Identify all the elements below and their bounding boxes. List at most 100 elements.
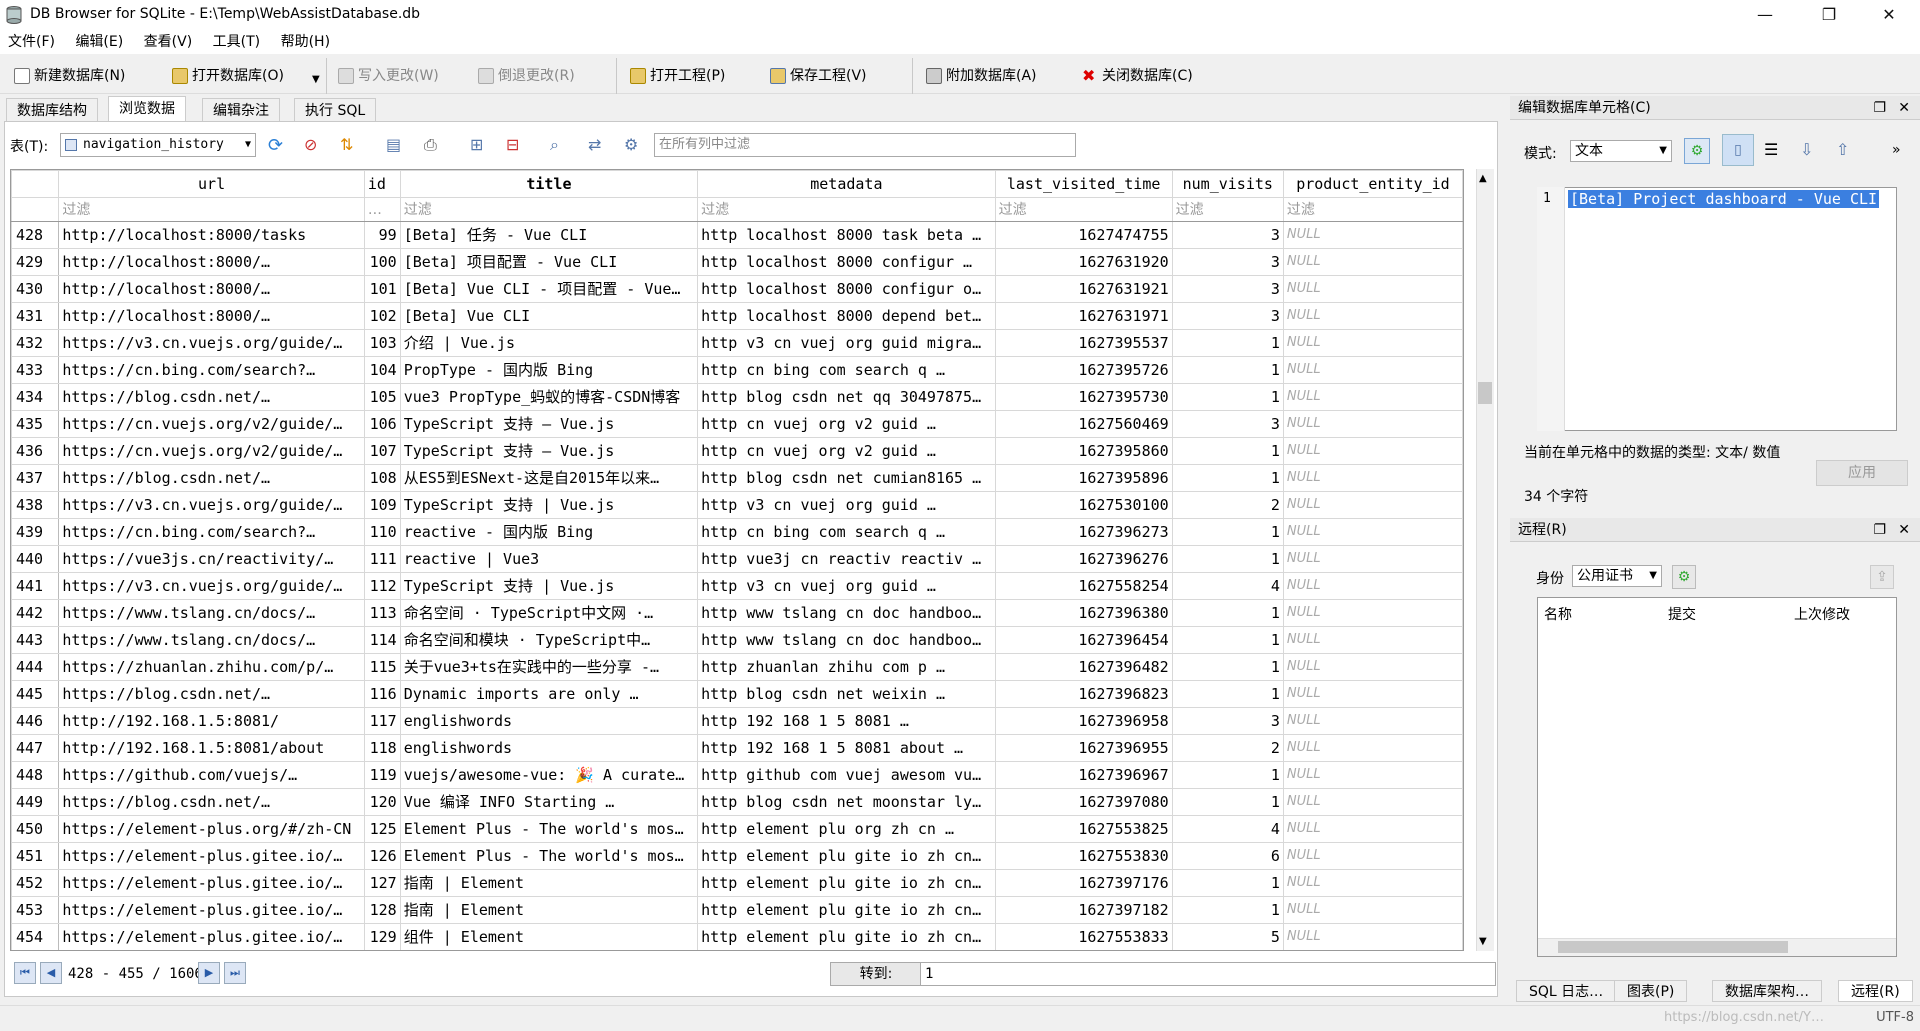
cell-url[interactable]: http://192.168.1.5:8081/about <box>58 734 365 762</box>
cell-title[interactable]: TypeScript 支持 | Vue.js <box>399 572 699 600</box>
cell-num-visits[interactable]: 3 <box>1171 221 1284 249</box>
grid-scroll-thumb[interactable] <box>1478 382 1492 404</box>
cell-url[interactable]: https://cn.vuejs.org/v2/guide/… <box>58 437 365 465</box>
cell-title[interactable]: [Beta] 任务 - Vue CLI <box>399 221 699 249</box>
cell-url[interactable]: https://blog.csdn.net/… <box>58 464 365 492</box>
cell-metadata[interactable]: http v3 cn vuej org guid … <box>697 572 996 600</box>
cell-last-visited-time[interactable]: 1627396380 <box>994 599 1173 627</box>
cell-metadata[interactable]: http blog csdn net moonstar ly… <box>697 788 996 816</box>
cell-title[interactable]: [Beta] 项目配置 - Vue CLI <box>399 248 699 276</box>
cell-metadata[interactable]: http blog csdn net qq 30497875… <box>697 383 996 411</box>
table-row[interactable]: 447 http://192.168.1.5:8081/about 118 engli… <box>11 734 1463 762</box>
cell-title[interactable]: Vue 编译 INFO Starting … <box>399 788 699 816</box>
cell-product-entity-id[interactable]: NULL <box>1282 896 1463 924</box>
cell-last-visited-time[interactable]: 1627396967 <box>994 761 1173 789</box>
close-button[interactable]: ✕ <box>1866 0 1912 30</box>
cell-num-visits[interactable]: 2 <box>1171 734 1284 762</box>
cell-title[interactable]: [Beta] Vue CLI - 项目配置 - Vue… <box>399 275 699 303</box>
cell-url[interactable]: https://zhuanlan.zhihu.com/p/… <box>58 653 365 681</box>
table-row[interactable]: 443 https://www.tslang.cn/docs/… 114 命名空间和模… <box>11 626 1463 654</box>
print-icon[interactable]: ⎙ <box>424 135 444 155</box>
cell-url[interactable]: https://v3.cn.vuejs.org/guide/… <box>58 572 365 600</box>
cell-id[interactable]: 111 <box>363 545 401 573</box>
cell-num-visits[interactable]: 1 <box>1171 653 1284 681</box>
open-db-dropdown-icon[interactable]: ▼ <box>312 74 320 85</box>
filter-input-num-visits[interactable]: 过滤 <box>1171 197 1284 222</box>
cell-title[interactable]: reactive - 国内版 Bing <box>399 518 699 546</box>
cell-num-visits[interactable]: 4 <box>1171 815 1284 843</box>
cell-product-entity-id[interactable]: NULL <box>1282 275 1463 303</box>
table-row[interactable]: 446 http://192.168.1.5:8081/117 englishwor… <box>11 707 1463 735</box>
cell-last-visited-time[interactable]: 1627396273 <box>994 518 1173 546</box>
tab-remote[interactable]: 远程(R) <box>1838 980 1913 1002</box>
goto-button[interactable]: 转到: <box>830 962 922 986</box>
table-row[interactable]: 428 http://localhost:8000/tasks 99 [Beta] 任… <box>11 221 1463 249</box>
previous-page-button[interactable]: ◀ <box>40 962 62 984</box>
identity-settings-icon[interactable]: ⚙ <box>1672 565 1696 589</box>
cell-id[interactable]: 103 <box>363 329 401 357</box>
table-row[interactable]: 448 https://github.com/vuejs/… 119 vuejs/aw… <box>11 761 1463 789</box>
cell-num-visits[interactable]: 1 <box>1171 356 1284 384</box>
cell-last-visited-time[interactable]: 1627397080 <box>994 788 1173 816</box>
cell-metadata[interactable]: http cn vuej org v2 guid … <box>697 410 996 438</box>
cell-url[interactable]: https://element-plus.gitee.io/… <box>58 923 365 950</box>
cell-url[interactable]: http://localhost:8000/… <box>58 302 365 330</box>
cell-title[interactable]: 命名空间 · TypeScript中文网 ·… <box>399 599 699 627</box>
cell-metadata[interactable]: http element plu gite io zh cn… <box>697 896 996 924</box>
column-header-title[interactable]: title <box>399 170 699 198</box>
tab-db-schema[interactable]: 数据库架构… <box>1712 980 1822 1002</box>
cell-id[interactable]: 113 <box>363 599 401 627</box>
cell-title[interactable]: 指南 | Element <box>399 896 699 924</box>
close-database-button[interactable]: ✖ 关闭数据库(C) <box>1080 64 1193 88</box>
remote-horizontal-scrollbar[interactable] <box>1538 938 1896 956</box>
cell-last-visited-time[interactable]: 1627395726 <box>994 356 1173 384</box>
cell-product-entity-id[interactable]: NULL <box>1282 437 1463 465</box>
cell-last-visited-time[interactable]: 1627553825 <box>994 815 1173 843</box>
cell-editor-text[interactable]: [Beta] Project dashboard - Vue CLI <box>1568 190 1880 208</box>
cell-product-entity-id[interactable]: NULL <box>1282 545 1463 573</box>
cell-id[interactable]: 115 <box>363 653 401 681</box>
table-row[interactable]: 440 https://vue3js.cn/reactivity/… 111 reac… <box>11 545 1463 573</box>
cell-metadata[interactable]: http vue3j cn reactiv reactiv … <box>697 545 996 573</box>
cell-url[interactable]: https://blog.csdn.net/… <box>58 788 365 816</box>
close-dock-icon[interactable]: ✕ <box>1898 518 1910 542</box>
table-row[interactable]: 454 https://element-plus.gitee.io/… 129 组件 … <box>11 923 1463 950</box>
cell-product-entity-id[interactable]: NULL <box>1282 356 1463 384</box>
table-row[interactable]: 431 http://localhost:8000/… 102 [Beta] Vue … <box>11 302 1463 330</box>
cell-url[interactable]: http://localhost:8000/… <box>58 248 365 276</box>
float-dock-icon[interactable]: ❐ <box>1873 96 1886 120</box>
cell-last-visited-time[interactable]: 1627395730 <box>994 383 1173 411</box>
table-row[interactable]: 442 https://www.tslang.cn/docs/… 113 命名空间 ·… <box>11 599 1463 627</box>
cell-last-visited-time[interactable]: 1627396482 <box>994 653 1173 681</box>
cell-num-visits[interactable]: 1 <box>1171 518 1284 546</box>
cell-id[interactable]: 128 <box>363 896 401 924</box>
cell-url[interactable]: https://github.com/vuejs/… <box>58 761 365 789</box>
table-row[interactable]: 438 https://v3.cn.vuejs.org/guide/… 109 Typ… <box>11 491 1463 519</box>
cell-metadata[interactable]: http cn bing com search q … <box>697 518 996 546</box>
identity-select[interactable]: 公用证书 ▼ <box>1572 565 1662 587</box>
cell-last-visited-time[interactable]: 1627560469 <box>994 410 1173 438</box>
save-project-button[interactable]: 保存工程(V) <box>768 64 867 88</box>
cell-product-entity-id[interactable]: NULL <box>1282 842 1463 870</box>
cell-last-visited-time[interactable]: 1627631921 <box>994 275 1173 303</box>
cell-product-entity-id[interactable]: NULL <box>1282 761 1463 789</box>
close-dock-icon[interactable]: ✕ <box>1898 96 1910 120</box>
revert-changes-button[interactable]: 倒退更改(R) <box>476 64 575 88</box>
cell-id[interactable]: 99 <box>363 221 401 249</box>
cell-id[interactable]: 127 <box>363 869 401 897</box>
table-select[interactable]: navigation_history ▼ <box>60 133 256 157</box>
next-page-button[interactable]: ▶ <box>198 962 220 984</box>
cell-product-entity-id[interactable]: NULL <box>1282 410 1463 438</box>
cell-url[interactable]: http://localhost:8000/tasks <box>58 221 365 249</box>
cell-title[interactable]: vuejs/awesome-vue: 🎉 A curate… <box>399 761 699 789</box>
cell-title[interactable]: TypeScript 支持 — Vue.js <box>399 410 699 438</box>
auto-switch-mode-icon[interactable]: ⚙ <box>1684 138 1710 164</box>
cell-id[interactable]: 125 <box>363 815 401 843</box>
table-row[interactable]: 450 https://element-plus.org/#/zh-CN 125 El… <box>11 815 1463 843</box>
cell-product-entity-id[interactable]: NULL <box>1282 464 1463 492</box>
cell-url[interactable]: https://www.tslang.cn/docs/… <box>58 626 365 654</box>
cell-product-entity-id[interactable]: NULL <box>1282 518 1463 546</box>
cell-metadata[interactable]: http localhost 8000 configur … <box>697 248 996 276</box>
cell-last-visited-time[interactable]: 1627553830 <box>994 842 1173 870</box>
find-icon[interactable]: ⌕ <box>550 135 570 155</box>
